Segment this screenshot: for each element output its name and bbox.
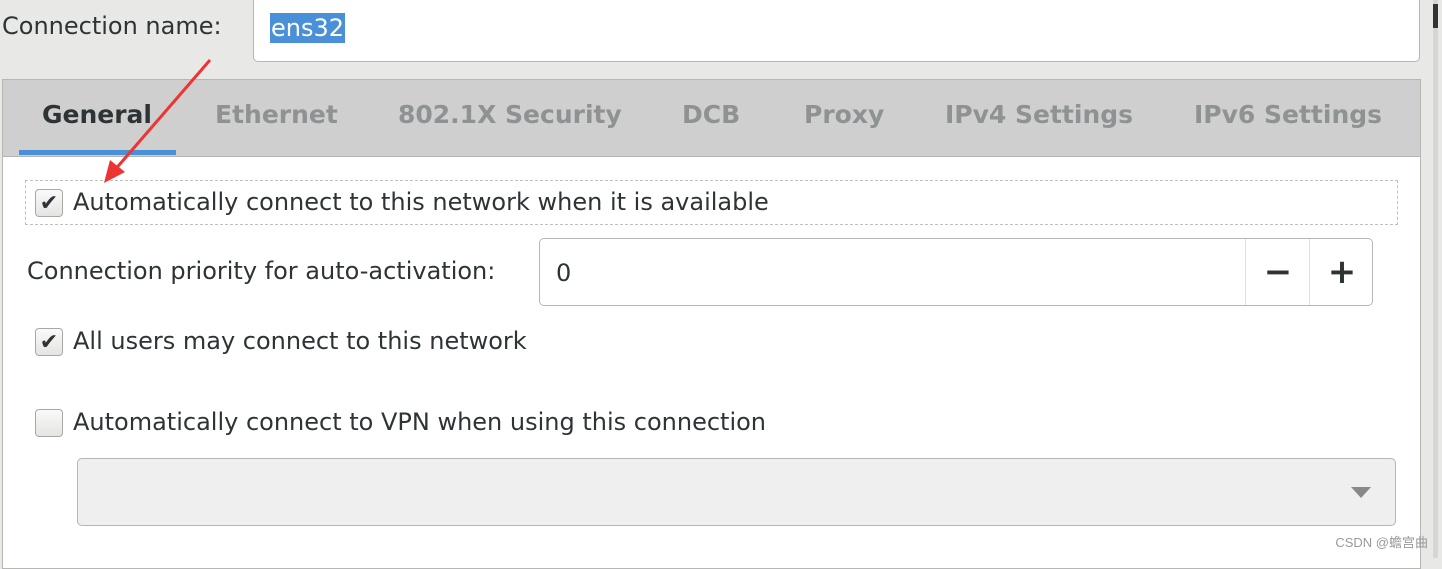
arrow-shaft xyxy=(111,59,212,173)
scrollbar-thumb[interactable] xyxy=(1433,4,1438,28)
watermark: CSDN @蟾宫曲 xyxy=(1335,535,1428,550)
scrollbar[interactable] xyxy=(1433,0,1438,558)
annotation-arrow xyxy=(104,59,212,183)
